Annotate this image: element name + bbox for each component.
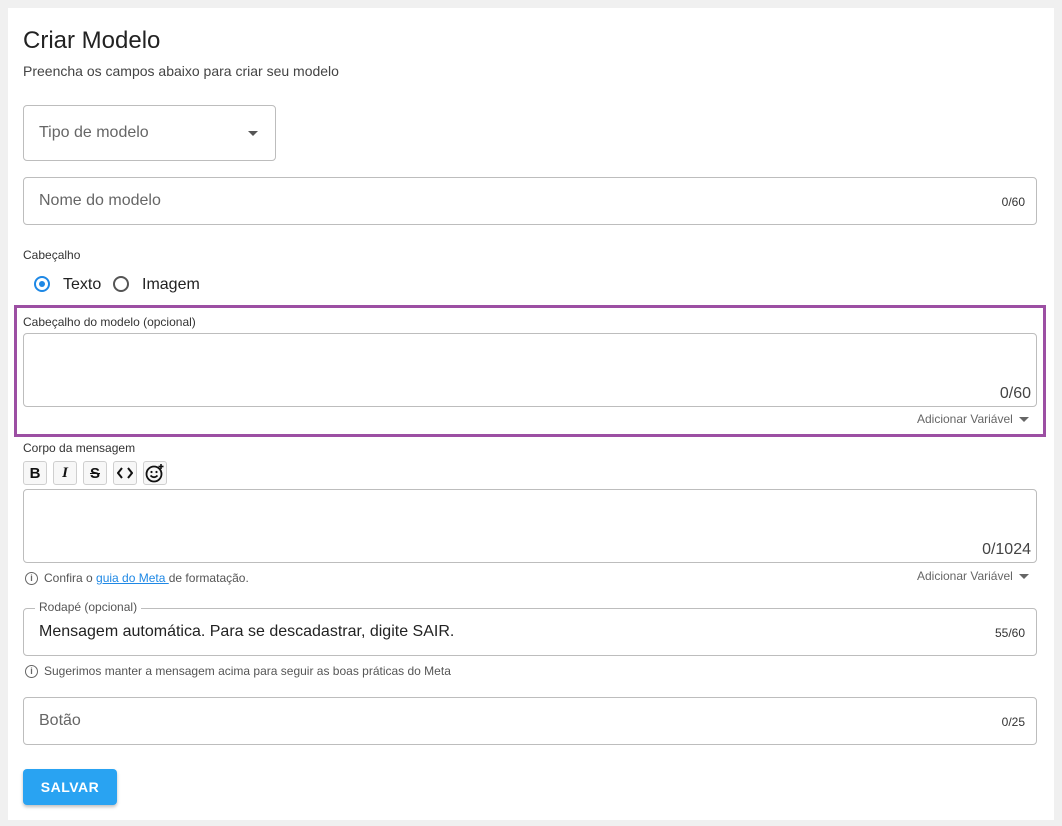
chevron-down-icon xyxy=(248,131,258,136)
footer-counter: 55/60 xyxy=(994,626,1025,640)
radio-imagem-label[interactable]: Imagem xyxy=(142,276,200,294)
body-info-text: i Confira o guia do Meta de formatação. xyxy=(25,571,249,586)
button-text-input[interactable]: Botão 0/25 xyxy=(23,697,1037,745)
header-field-counter: 0/60 xyxy=(999,385,1031,402)
emoji-button[interactable] xyxy=(143,461,167,485)
body-field-input[interactable]: 0/1024 xyxy=(23,489,1037,563)
header-section-label: Cabeçalho xyxy=(23,248,81,262)
footer-input[interactable]: Mensagem automática. Para se descadastra… xyxy=(23,608,1037,656)
radio-texto[interactable] xyxy=(34,276,50,292)
chevron-down-icon xyxy=(1018,574,1029,580)
footer-info-text: i Sugerimos manter a mensagem acima para … xyxy=(25,664,451,679)
header-field-input[interactable]: 0/60 xyxy=(23,333,1037,407)
chevron-down-icon xyxy=(1018,417,1029,423)
template-name-input[interactable]: Nome do modelo 0/60 xyxy=(23,177,1037,225)
header-add-variable-label: Adicionar Variável xyxy=(917,412,1013,426)
code-icon xyxy=(117,467,133,479)
strikethrough-button[interactable]: S xyxy=(83,461,107,485)
page-title: Criar Modelo xyxy=(23,27,161,54)
page-subtitle: Preencha os campos abaixo para criar seu… xyxy=(23,63,339,79)
save-button[interactable]: SALVAR xyxy=(23,769,117,805)
button-text-placeholder: Botão xyxy=(39,712,81,729)
meta-guide-link[interactable]: guia do Meta xyxy=(96,571,169,585)
footer-value: Mensagem automática. Para se descadastra… xyxy=(39,623,455,640)
radio-imagem[interactable] xyxy=(113,276,129,292)
button-text-counter: 0/25 xyxy=(1001,715,1025,729)
body-field-counter: 0/1024 xyxy=(982,541,1031,558)
radio-texto-label[interactable]: Texto xyxy=(63,276,101,294)
strikethrough-icon: S xyxy=(89,464,100,482)
info-icon: i xyxy=(25,572,38,586)
info-icon: i xyxy=(25,665,38,679)
body-add-variable-button[interactable]: Adicionar Variável xyxy=(917,569,1029,583)
italic-button[interactable]: I xyxy=(53,461,77,485)
template-type-placeholder: Tipo de modelo xyxy=(39,124,149,141)
bold-icon: B xyxy=(29,464,41,482)
form-card: Criar Modelo Preencha os campos abaixo p… xyxy=(8,8,1054,820)
bold-button[interactable]: B xyxy=(23,461,47,485)
body-section-label: Corpo da mensagem xyxy=(23,441,136,455)
footer-label: Rodapé (opcional) xyxy=(35,600,142,614)
header-field-label: Cabeçalho do modelo (opcional) xyxy=(23,315,196,329)
template-name-placeholder: Nome do modelo xyxy=(39,192,161,209)
code-button[interactable] xyxy=(113,461,137,485)
header-add-variable-button[interactable]: Adicionar Variável xyxy=(917,412,1029,426)
template-name-counter: 0/60 xyxy=(1001,195,1025,209)
italic-icon: I xyxy=(62,464,68,481)
body-add-variable-label: Adicionar Variável xyxy=(917,569,1013,583)
template-type-select[interactable]: Tipo de modelo xyxy=(23,105,276,161)
emoji-add-icon xyxy=(145,464,164,483)
